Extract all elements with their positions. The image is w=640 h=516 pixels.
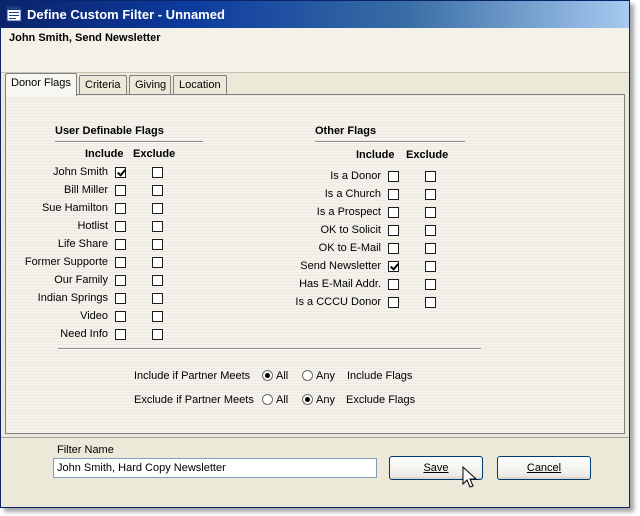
- exclude-checkbox[interactable]: [425, 207, 436, 218]
- include-checkbox[interactable]: [115, 311, 126, 322]
- flag-label: Indian Springs: [37, 292, 108, 304]
- exclude-checkbox[interactable]: [152, 257, 163, 268]
- title-bar[interactable]: Define Custom Filter - Unnamed: [1, 1, 629, 28]
- include-checkbox[interactable]: [388, 225, 399, 236]
- include-checkbox[interactable]: [115, 185, 126, 196]
- flag-label: Need Info: [60, 328, 108, 340]
- other-include-header: Include: [356, 149, 395, 161]
- tab-donor-flags[interactable]: Donor Flags: [5, 73, 77, 96]
- panel-divider: [58, 348, 481, 350]
- exclude-checkbox[interactable]: [152, 239, 163, 250]
- user-flags-divider: [55, 141, 203, 143]
- flag-label: Is a CCCU Donor: [295, 296, 381, 308]
- exclude-rule-label: Exclude if Partner Meets: [134, 394, 254, 406]
- include-checkbox[interactable]: [388, 171, 399, 182]
- exclude-rule-suffix: Exclude Flags: [346, 394, 416, 406]
- exclude-checkbox[interactable]: [152, 185, 163, 196]
- include-checkbox[interactable]: [115, 239, 126, 250]
- flag-label: Is a Donor: [330, 170, 381, 182]
- exclude-checkbox[interactable]: [152, 167, 163, 178]
- other-flags-divider: [315, 141, 465, 143]
- exclude-checkbox[interactable]: [152, 221, 163, 232]
- flag-label: Sue Hamilton: [41, 202, 108, 214]
- include-checkbox[interactable]: [115, 257, 126, 268]
- flag-label: Hotlist: [77, 220, 108, 232]
- exclude-checkbox[interactable]: [425, 189, 436, 200]
- exclude-checkbox[interactable]: [152, 203, 163, 214]
- exclude-any-radio[interactable]: [302, 394, 313, 405]
- include-checkbox[interactable]: [115, 221, 126, 232]
- exclude-all-radio[interactable]: [262, 394, 273, 405]
- exclude-checkbox[interactable]: [425, 243, 436, 254]
- include-checkbox[interactable]: [388, 261, 399, 272]
- filter-name-label: Filter Name: [57, 444, 114, 456]
- include-all-radio[interactable]: [262, 370, 273, 381]
- filter-summary-strip: John Smith, Send Newsletter: [1, 28, 629, 73]
- user-flags-title: User Definable Flags: [55, 125, 164, 137]
- include-checkbox[interactable]: [388, 279, 399, 290]
- exclude-checkbox[interactable]: [152, 275, 163, 286]
- donor-flags-panel: User Definable Flags Include Exclude Joh…: [5, 94, 625, 434]
- window-title: Define Custom Filter - Unnamed: [27, 7, 225, 22]
- exclude-checkbox[interactable]: [152, 329, 163, 340]
- cancel-button[interactable]: Cancel: [497, 456, 591, 480]
- tab-location[interactable]: Location: [173, 75, 227, 94]
- flag-label: Former Supporte: [24, 256, 108, 268]
- flag-label: Is a Church: [324, 188, 381, 200]
- filter-summary: John Smith, Send Newsletter: [9, 32, 161, 44]
- dialog-footer: Filter Name Save Cancel: [1, 437, 629, 507]
- flag-label: OK to Solicit: [320, 224, 381, 236]
- flag-label: Is a Prospect: [316, 206, 381, 218]
- exclude-any-label[interactable]: Any: [316, 394, 335, 406]
- include-rule-label: Include if Partner Meets: [134, 370, 251, 382]
- flag-label: Bill Miller: [64, 184, 108, 196]
- include-checkbox[interactable]: [115, 167, 126, 178]
- include-rule-suffix: Include Flags: [347, 370, 413, 382]
- save-button-label: Save: [423, 462, 449, 474]
- include-checkbox[interactable]: [388, 207, 399, 218]
- include-checkbox[interactable]: [115, 293, 126, 304]
- flag-label: Our Family: [54, 274, 108, 286]
- tab-criteria[interactable]: Criteria: [79, 75, 127, 94]
- exclude-checkbox[interactable]: [425, 261, 436, 272]
- include-checkbox[interactable]: [388, 189, 399, 200]
- tab-strip: Donor Flags Criteria Giving Location: [5, 73, 629, 96]
- flag-label: John Smith: [52, 166, 108, 178]
- flag-label: Has E-Mail Addr.: [299, 278, 381, 290]
- exclude-checkbox[interactable]: [425, 171, 436, 182]
- include-checkbox[interactable]: [388, 297, 399, 308]
- user-include-header: Include: [85, 148, 124, 160]
- include-all-label[interactable]: All: [276, 370, 288, 382]
- filter-name-input[interactable]: [53, 458, 377, 478]
- include-checkbox[interactable]: [115, 329, 126, 340]
- define-custom-filter-dialog: Define Custom Filter - Unnamed John Smit…: [0, 0, 630, 508]
- exclude-checkbox[interactable]: [425, 225, 436, 236]
- exclude-all-label[interactable]: All: [276, 394, 288, 406]
- tab-giving[interactable]: Giving: [129, 75, 171, 94]
- exclude-checkbox[interactable]: [152, 293, 163, 304]
- exclude-checkbox[interactable]: [425, 279, 436, 290]
- flag-label: Send Newsletter: [300, 260, 381, 272]
- flag-label: Video: [80, 310, 108, 322]
- window-icon: [6, 6, 22, 22]
- flag-label: Life Share: [57, 238, 108, 250]
- flag-label: OK to E-Mail: [318, 242, 381, 254]
- include-checkbox[interactable]: [115, 203, 126, 214]
- other-flags-title: Other Flags: [315, 125, 377, 137]
- exclude-checkbox[interactable]: [152, 311, 163, 322]
- exclude-checkbox[interactable]: [425, 297, 436, 308]
- cancel-button-label: Cancel: [526, 462, 562, 474]
- mouse-pointer-icon: [462, 466, 478, 488]
- include-checkbox[interactable]: [388, 243, 399, 254]
- user-exclude-header: Exclude: [133, 148, 176, 160]
- include-checkbox[interactable]: [115, 275, 126, 286]
- include-any-radio[interactable]: [302, 370, 313, 381]
- other-exclude-header: Exclude: [406, 149, 449, 161]
- include-any-label[interactable]: Any: [316, 370, 335, 382]
